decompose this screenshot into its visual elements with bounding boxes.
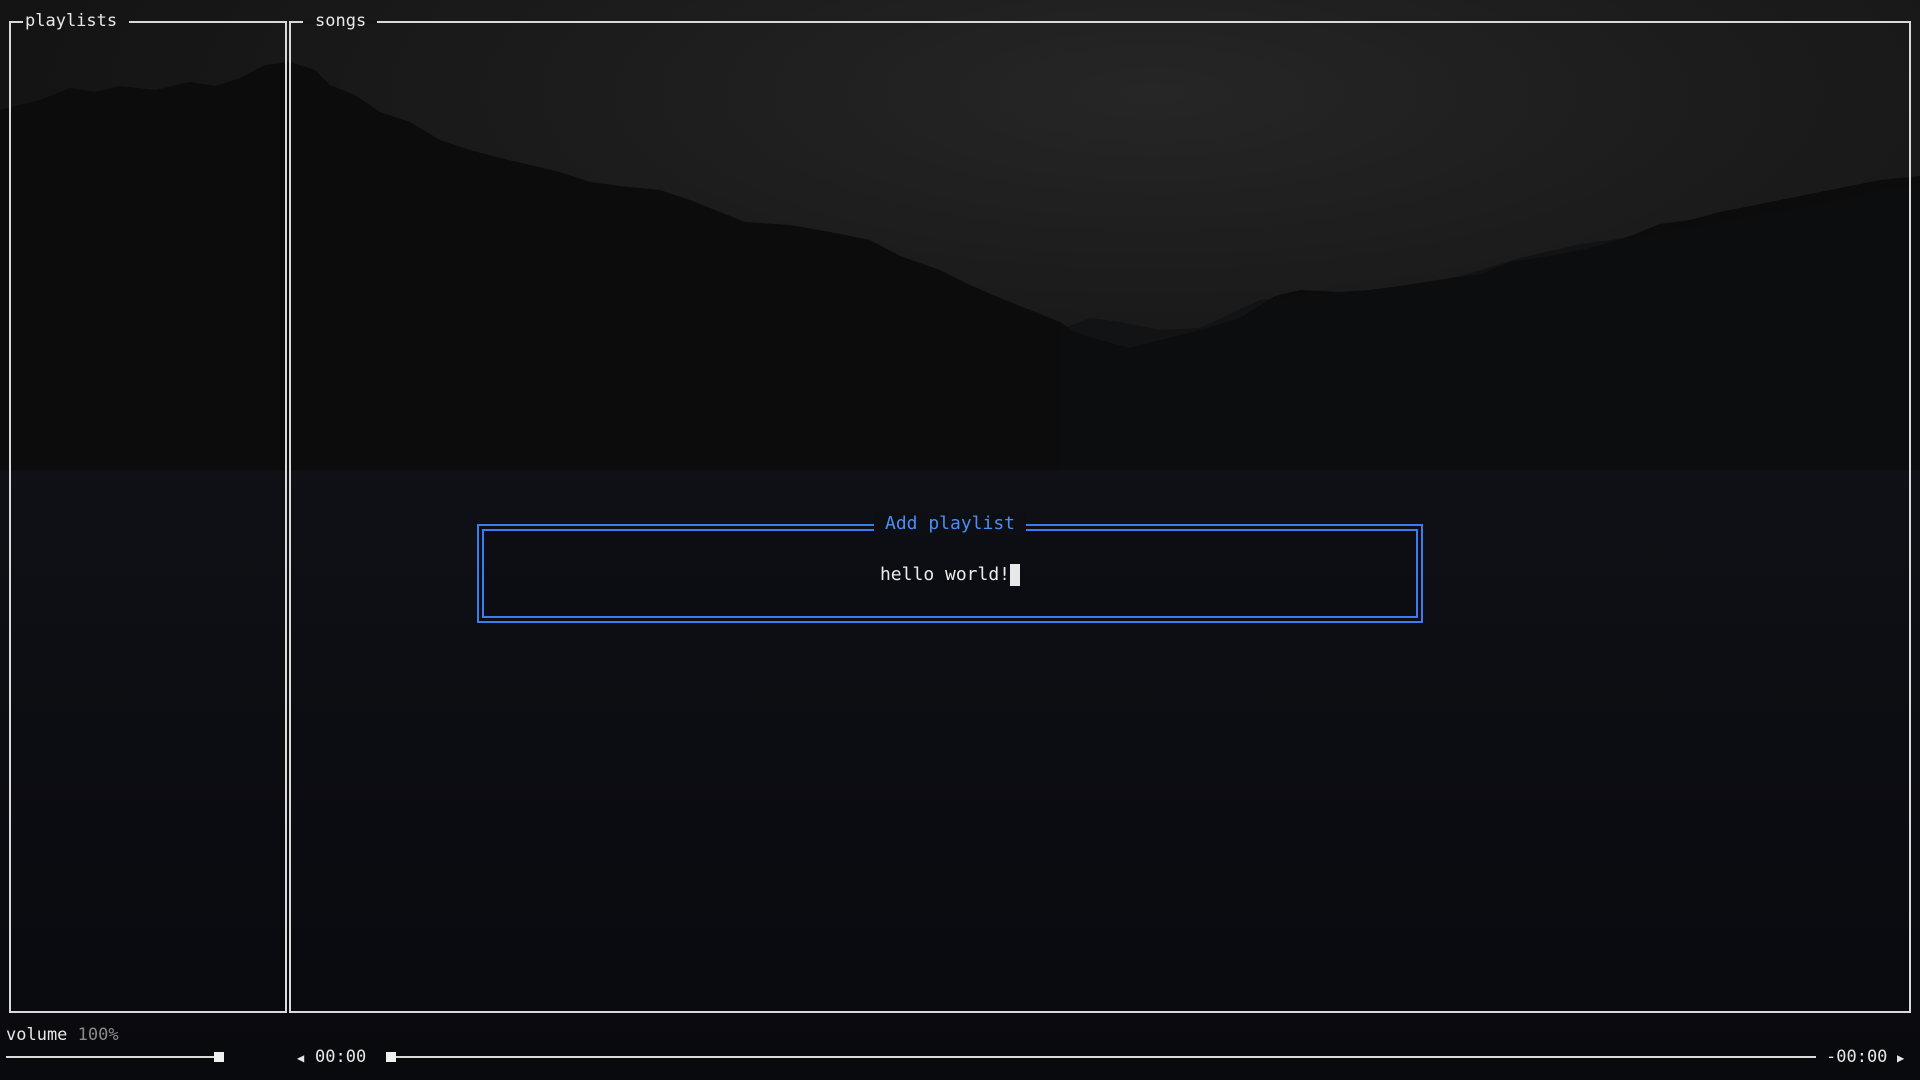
dialog-title: Add playlist [873,513,1027,535]
songs-panel[interactable]: songs [289,11,1911,1013]
playlists-panel-title: playlists [25,11,118,31]
playlist-name-input[interactable]: hello world! [479,564,1421,586]
add-playlist-dialog: Add playlist hello world! [477,513,1423,623]
elapsed-time: 00:00 [315,1047,367,1067]
volume-control: volume 100% [6,1024,119,1046]
volume-value: 100% [77,1025,119,1045]
volume-slider-track[interactable] [6,1056,224,1058]
progress-handle[interactable] [386,1052,396,1062]
text-cursor [1010,564,1021,586]
input-text: hello world! [879,564,1011,585]
caret-right-icon[interactable]: ▶ [1897,1047,1904,1069]
volume-label: volume [6,1025,68,1045]
remaining-time: -00:00 [1826,1047,1888,1067]
playlists-panel[interactable]: playlists [9,11,287,1013]
volume-slider-handle[interactable] [214,1052,224,1062]
songs-panel-title: songs [315,11,367,31]
progress-track[interactable] [386,1056,1816,1058]
caret-left-icon[interactable]: ◀ [297,1047,304,1069]
app-window: playlists songs Add playlist hello world… [0,0,1920,1080]
